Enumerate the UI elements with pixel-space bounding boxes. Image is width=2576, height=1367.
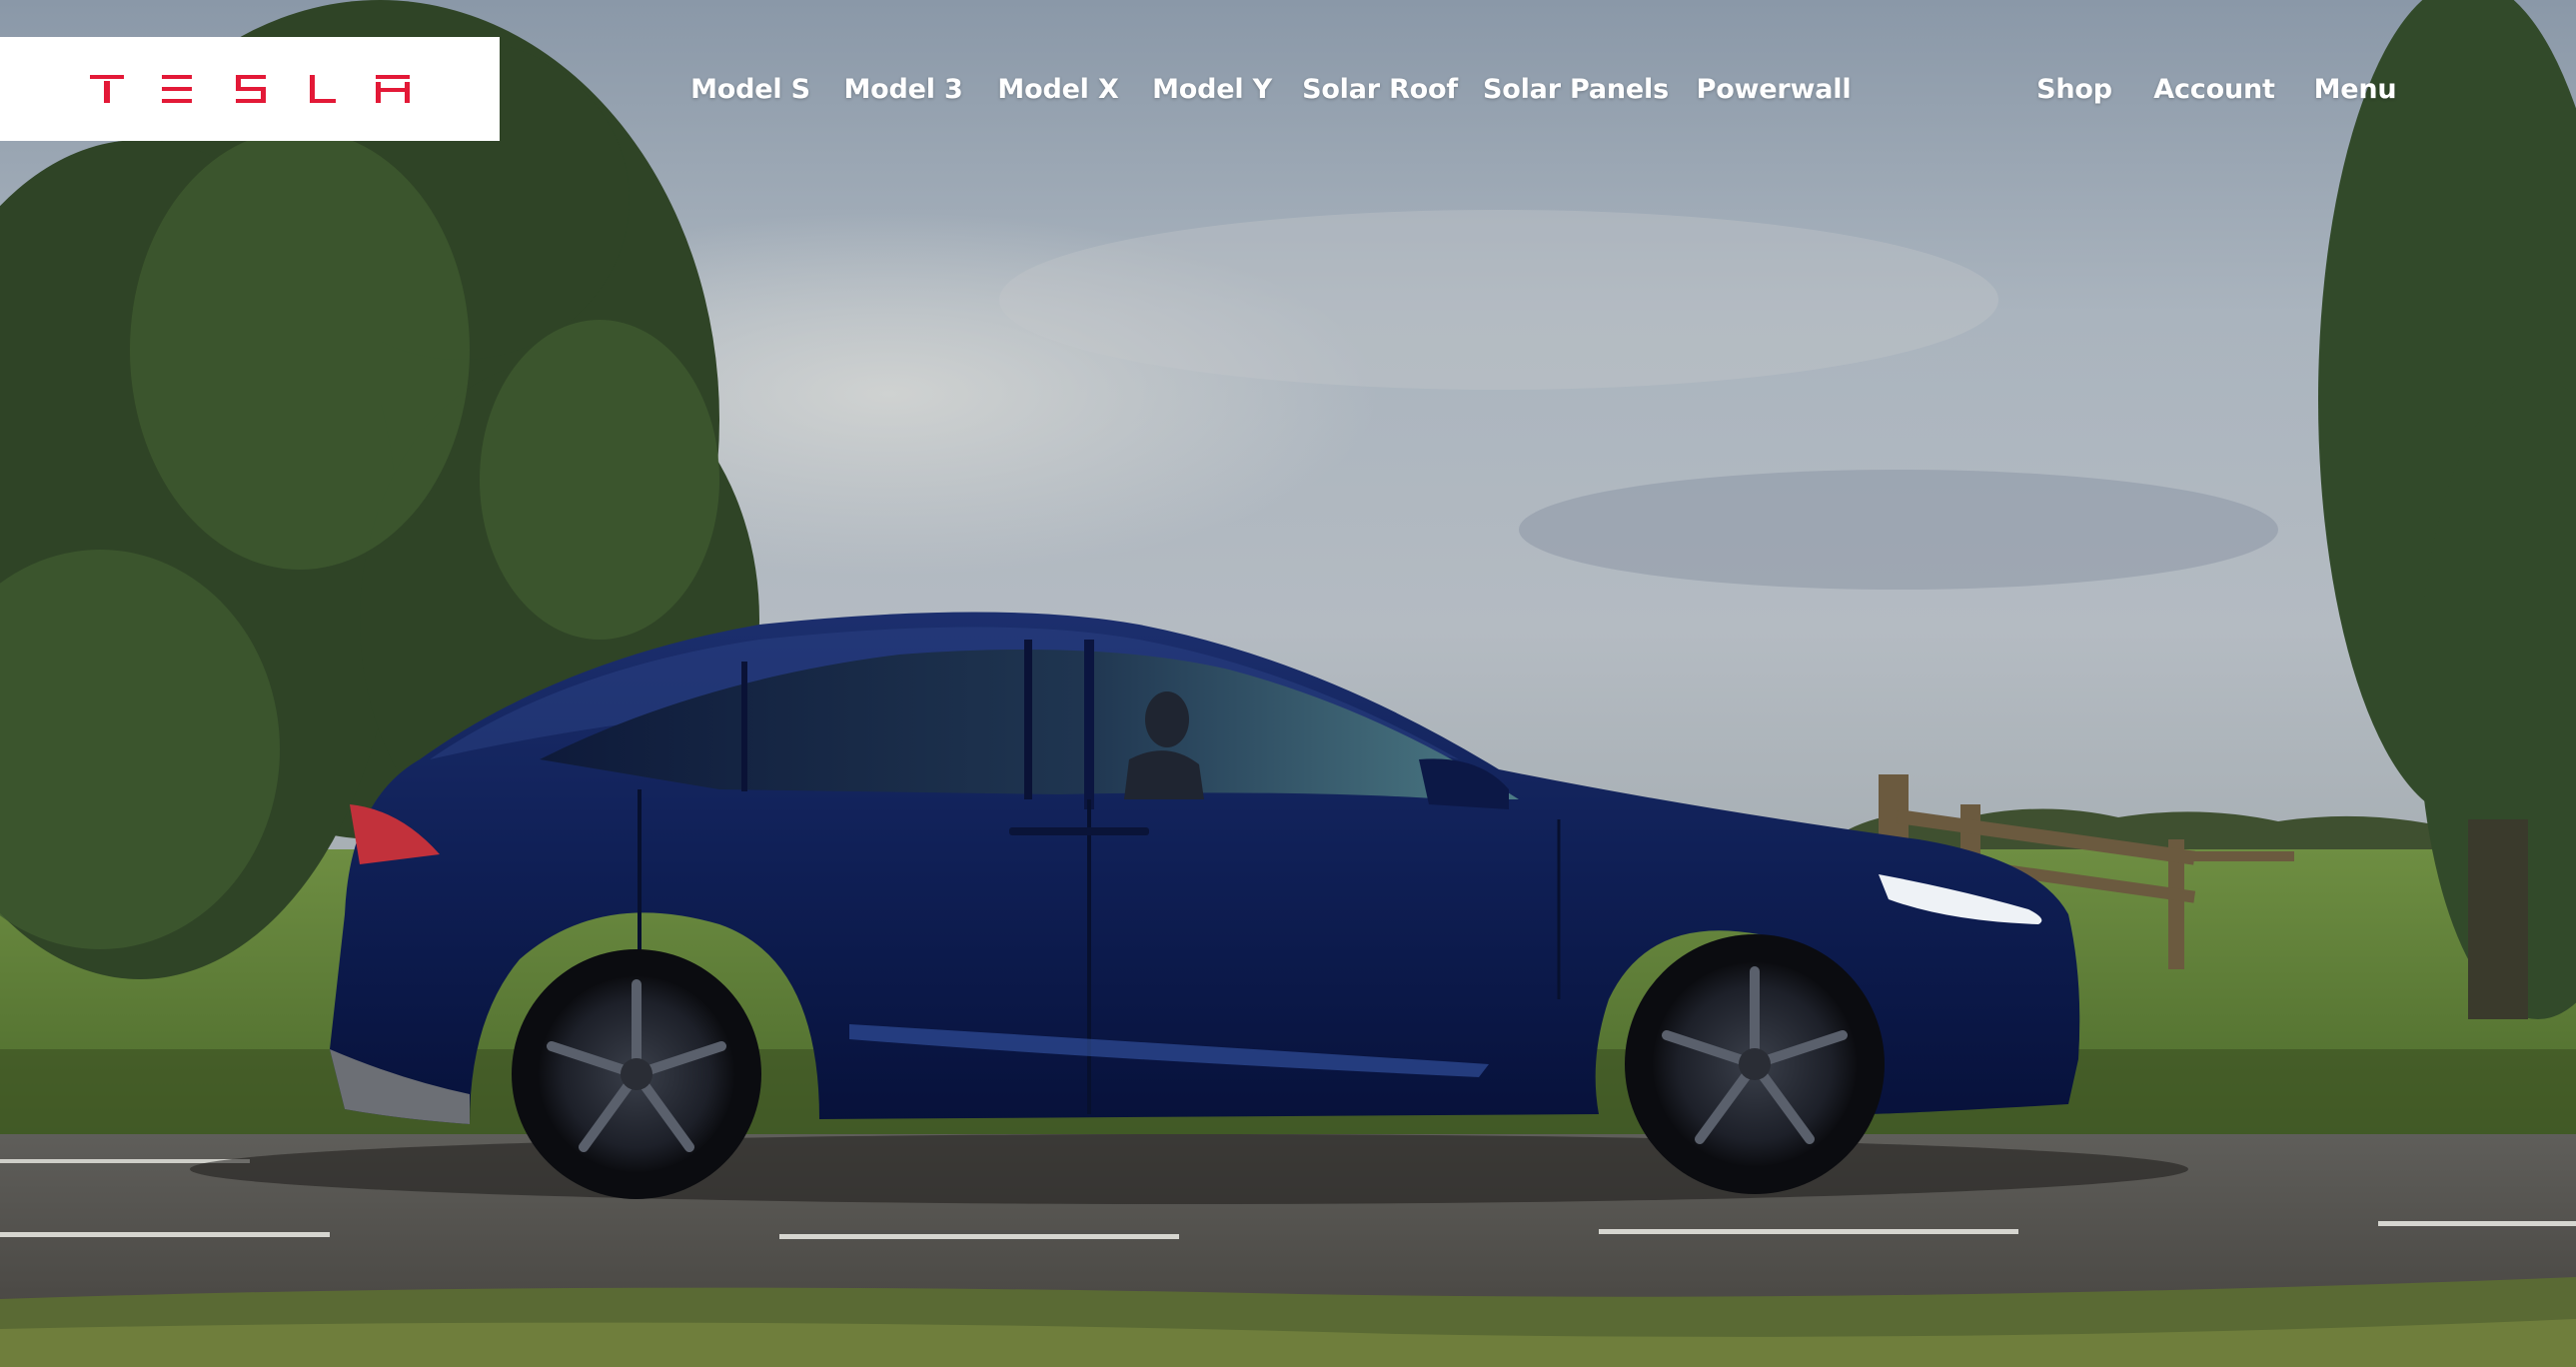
nav-link-model-3[interactable]: Model 3 (843, 70, 962, 110)
nav-link-model-s[interactable]: Model S (690, 70, 810, 110)
nav-link-shop[interactable]: Shop (2036, 70, 2112, 110)
nav-link-solar-roof[interactable]: Solar Roof (1302, 70, 1458, 110)
tesla-wordmark-logo (90, 75, 410, 103)
nav-link-powerwall[interactable]: Powerwall (1697, 70, 1852, 110)
tesla-logo-link[interactable] (0, 37, 500, 141)
nav-link-account[interactable]: Account (2153, 70, 2275, 110)
nav-link-model-y[interactable]: Model Y (1152, 70, 1272, 110)
tesla-homepage: Model S Model 3 Model X Model Y Solar Ro… (0, 0, 2576, 1367)
nav-link-model-x[interactable]: Model X (997, 70, 1118, 110)
menu-button[interactable]: Menu (2314, 70, 2397, 110)
nav-link-solar-panels[interactable]: Solar Panels (1483, 70, 1669, 110)
hero-background (0, 0, 2576, 1367)
